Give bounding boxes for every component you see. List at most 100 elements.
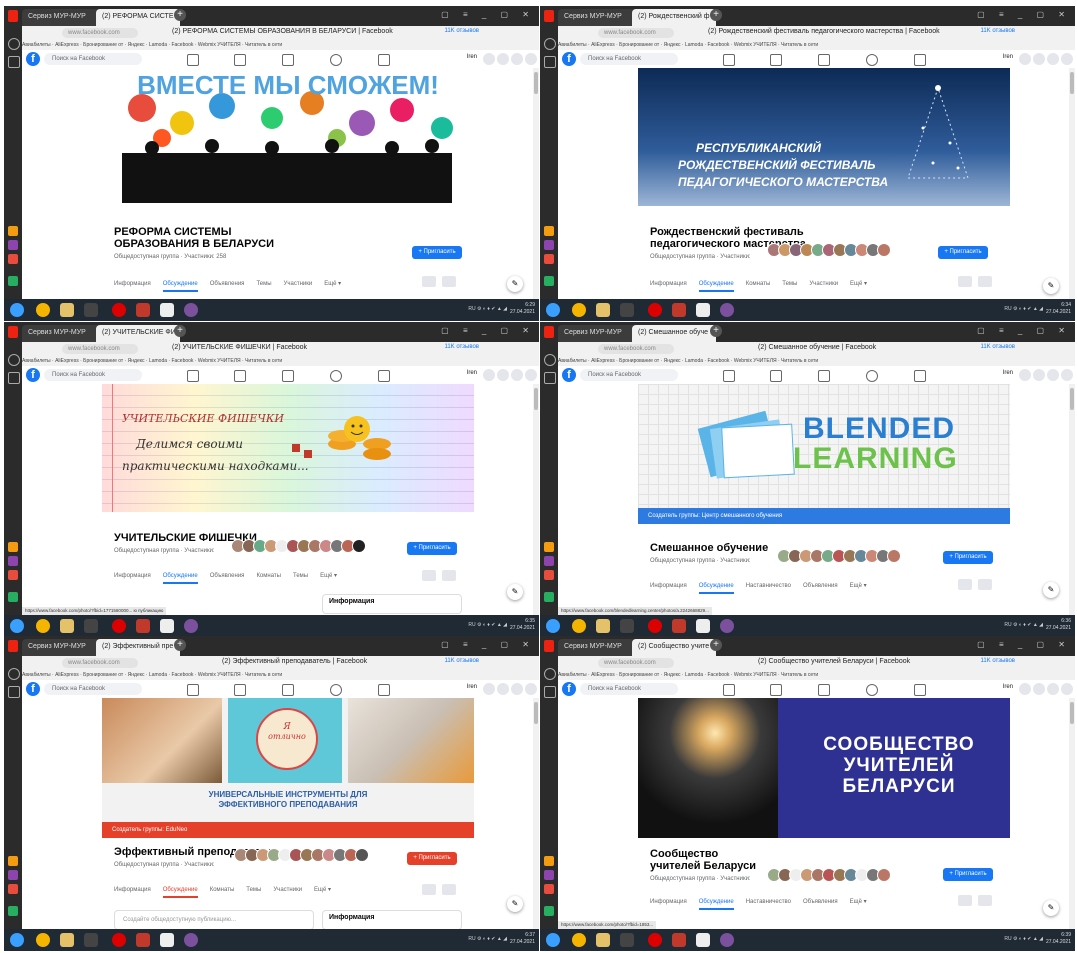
plus-icon[interactable] xyxy=(8,906,18,916)
scrollbar[interactable] xyxy=(533,68,539,299)
bookmark-item[interactable]: Яндекс xyxy=(664,42,681,48)
clock-icon[interactable] xyxy=(544,38,556,50)
search-button[interactable] xyxy=(958,895,972,906)
bookmark-item[interactable]: Lamoda xyxy=(685,42,703,48)
compose-icon[interactable]: ✎ xyxy=(507,584,523,600)
bookmark-item[interactable]: Читатель в сети xyxy=(781,42,818,48)
new-tab-icon[interactable]: + xyxy=(174,639,186,651)
facebook-logo-icon[interactable]: f xyxy=(26,368,40,382)
tab-mentorship[interactable]: Наставничество xyxy=(746,899,791,905)
tab-discussion[interactable]: Обсуждение xyxy=(698,281,734,292)
friends-icon[interactable] xyxy=(234,54,246,66)
viber-icon[interactable] xyxy=(720,303,734,317)
more-options-button[interactable] xyxy=(442,884,456,895)
home-icon[interactable] xyxy=(723,54,735,66)
member-avatars[interactable] xyxy=(231,539,366,553)
member-avatars[interactable] xyxy=(777,549,901,563)
tab-active[interactable]: (2) РЕФОРМА СИСТЕ xyxy=(96,9,180,26)
clock-icon[interactable] xyxy=(8,668,20,680)
scrollbar[interactable] xyxy=(1069,698,1075,929)
mail-icon[interactable] xyxy=(544,542,554,552)
url-field[interactable]: www.facebook.com xyxy=(598,28,674,38)
search-button[interactable] xyxy=(958,579,972,590)
media-icon[interactable] xyxy=(84,619,98,633)
tab-info[interactable]: Информация xyxy=(114,281,151,287)
account-menu-icon[interactable] xyxy=(525,369,537,381)
create-icon[interactable] xyxy=(483,369,495,381)
facebook-logo-icon[interactable]: f xyxy=(562,52,576,66)
tab-active[interactable]: (2) УЧИТЕЛЬСКИЕ ФИ xyxy=(96,325,180,342)
app-icon[interactable] xyxy=(8,556,18,566)
facebook-logo-icon[interactable]: f xyxy=(26,682,40,696)
bookmark-item[interactable]: Facebook xyxy=(171,672,193,678)
groups-icon[interactable] xyxy=(330,54,342,66)
tab-announcements[interactable]: Объявления xyxy=(803,899,838,905)
bookmark-item[interactable]: Яндекс xyxy=(128,672,145,678)
notifications-icon[interactable] xyxy=(1047,369,1059,381)
user-name[interactable]: Iren xyxy=(1003,54,1013,60)
clock[interactable]: 6:36 27.04.2021 xyxy=(1046,618,1071,632)
bookmark-item[interactable]: Читатель в сети xyxy=(245,672,282,678)
bookmark-item[interactable]: AliExpress xyxy=(55,672,79,678)
gaming-icon[interactable] xyxy=(378,370,390,382)
tab-more[interactable]: Ещё ▾ xyxy=(324,281,341,287)
gaming-icon[interactable] xyxy=(914,370,926,382)
friends-icon[interactable] xyxy=(234,684,246,696)
review-badge[interactable]: 11K отзывов xyxy=(444,344,479,350)
window-controls[interactable]: ▢ ≡ _ ▢ ✕ xyxy=(441,640,535,649)
create-icon[interactable] xyxy=(1019,53,1031,65)
watch-icon[interactable] xyxy=(282,54,294,66)
account-menu-icon[interactable] xyxy=(1061,683,1073,695)
window-controls[interactable]: ▢ ≡ _ ▢ ✕ xyxy=(441,10,535,19)
yandex-icon[interactable] xyxy=(8,326,18,338)
bookmark-item[interactable]: Facebook xyxy=(171,42,193,48)
star-icon[interactable] xyxy=(544,372,556,384)
tab-topics[interactable]: Темы xyxy=(782,281,797,287)
url-field[interactable]: www.facebook.com xyxy=(598,658,674,668)
bookmark-item[interactable]: Бронирование от xyxy=(83,358,123,364)
bookmark-item[interactable]: Яндекс xyxy=(128,358,145,364)
pdf-icon[interactable] xyxy=(672,619,686,633)
folder-icon[interactable] xyxy=(596,619,610,633)
groups-icon[interactable] xyxy=(866,370,878,382)
url-field[interactable]: www.facebook.com xyxy=(62,28,138,38)
tab-announcements[interactable]: Объявления xyxy=(803,583,838,589)
create-post-field[interactable]: Создайте общедоступную публикацию... xyxy=(114,910,314,929)
user-name[interactable]: Iren xyxy=(467,54,477,60)
music-icon[interactable] xyxy=(8,570,18,580)
window-controls[interactable]: ▢ ≡ _ ▢ ✕ xyxy=(977,326,1071,335)
plus-icon[interactable] xyxy=(544,276,554,286)
tab-announcements[interactable]: Объявления xyxy=(210,573,245,579)
groups-icon[interactable] xyxy=(330,370,342,382)
chrome-icon[interactable] xyxy=(36,619,50,633)
app-icon[interactable] xyxy=(544,556,554,566)
system-tray[interactable]: RU ⚙ ◐ ♦ ✔ ▲ ◢ xyxy=(1004,936,1043,942)
more-options-button[interactable] xyxy=(978,579,992,590)
chrome-icon[interactable] xyxy=(572,619,586,633)
url-field[interactable]: www.facebook.com xyxy=(62,344,138,354)
opera-icon[interactable] xyxy=(112,933,126,947)
bookmark-item[interactable]: Авиабилеты xyxy=(22,42,51,48)
tab-discussion[interactable]: Обсуждение xyxy=(162,573,198,584)
tab-active[interactable]: (2) Эффективный пре xyxy=(96,639,180,656)
messenger-icon[interactable] xyxy=(497,53,509,65)
review-badge[interactable]: 11K отзывов xyxy=(444,658,479,664)
create-icon[interactable] xyxy=(483,683,495,695)
viber-icon[interactable] xyxy=(184,933,198,947)
tab-discussion[interactable]: Обсуждение xyxy=(698,583,734,594)
bookmark-item[interactable]: Facebook xyxy=(707,672,729,678)
tab-more[interactable]: Ещё ▾ xyxy=(850,281,867,287)
member-avatars[interactable] xyxy=(767,868,891,882)
tab-left[interactable]: Сервиз МУР-МУР xyxy=(22,325,104,342)
member-avatars[interactable] xyxy=(234,848,369,862)
watch-icon[interactable] xyxy=(282,684,294,696)
tab-more[interactable]: Ещё ▾ xyxy=(320,573,337,579)
bookmark-item[interactable]: AliExpress xyxy=(55,358,79,364)
search-input[interactable]: Поиск на Facebook xyxy=(44,369,142,381)
media-icon[interactable] xyxy=(620,619,634,633)
tab-info[interactable]: Информация xyxy=(650,583,687,589)
bookmark-item[interactable]: Lamoda xyxy=(685,672,703,678)
facebook-logo-icon[interactable]: f xyxy=(26,52,40,66)
clock-icon[interactable] xyxy=(8,354,20,366)
tab-left[interactable]: Сервиз МУР-МУР xyxy=(22,639,104,656)
